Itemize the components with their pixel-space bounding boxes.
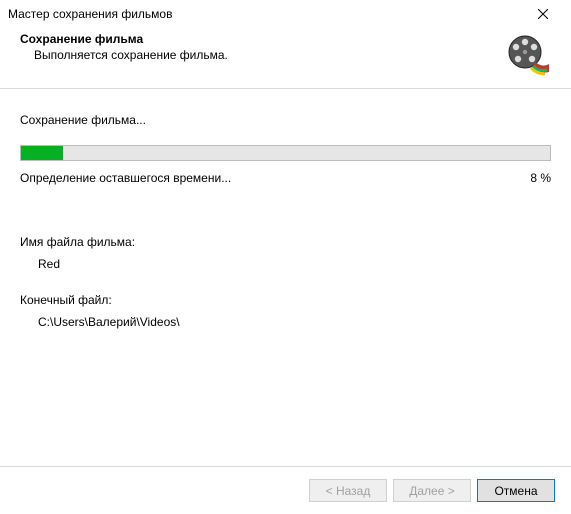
wizard-footer: < Назад Далее > Отмена (0, 466, 571, 514)
destination-label: Конечный файл: (20, 293, 551, 307)
header-text: Сохранение фильма Выполняется сохранение… (20, 32, 495, 62)
progress-percent: 8 % (530, 171, 551, 185)
filename-label: Имя файла фильма: (20, 235, 551, 249)
content-area: Сохранение фильма... Определение оставше… (0, 89, 571, 361)
window-title: Мастер сохранения фильмов (8, 7, 523, 21)
filename-value: Red (20, 257, 551, 271)
close-icon (538, 9, 548, 19)
close-button[interactable] (523, 2, 563, 26)
header-title: Сохранение фильма (20, 32, 495, 46)
progress-bar-fill (21, 146, 63, 160)
progress-status-label: Сохранение фильма... (20, 113, 551, 127)
progress-time-row: Определение оставшегося времени... 8 % (20, 171, 551, 185)
titlebar: Мастер сохранения фильмов (0, 0, 571, 28)
cancel-button[interactable]: Отмена (477, 479, 555, 502)
header-subtitle: Выполняется сохранение фильма. (20, 48, 495, 62)
time-remaining-label: Определение оставшегося времени... (20, 171, 231, 185)
progress-bar-row (20, 145, 551, 161)
next-button: Далее > (393, 479, 471, 502)
destination-value: C:\Users\Валерий\Videos\ (20, 315, 551, 329)
wizard-header: Сохранение фильма Выполняется сохранение… (0, 28, 571, 88)
film-reel-icon (505, 32, 551, 78)
progress-bar (20, 145, 551, 161)
back-button: < Назад (309, 479, 387, 502)
